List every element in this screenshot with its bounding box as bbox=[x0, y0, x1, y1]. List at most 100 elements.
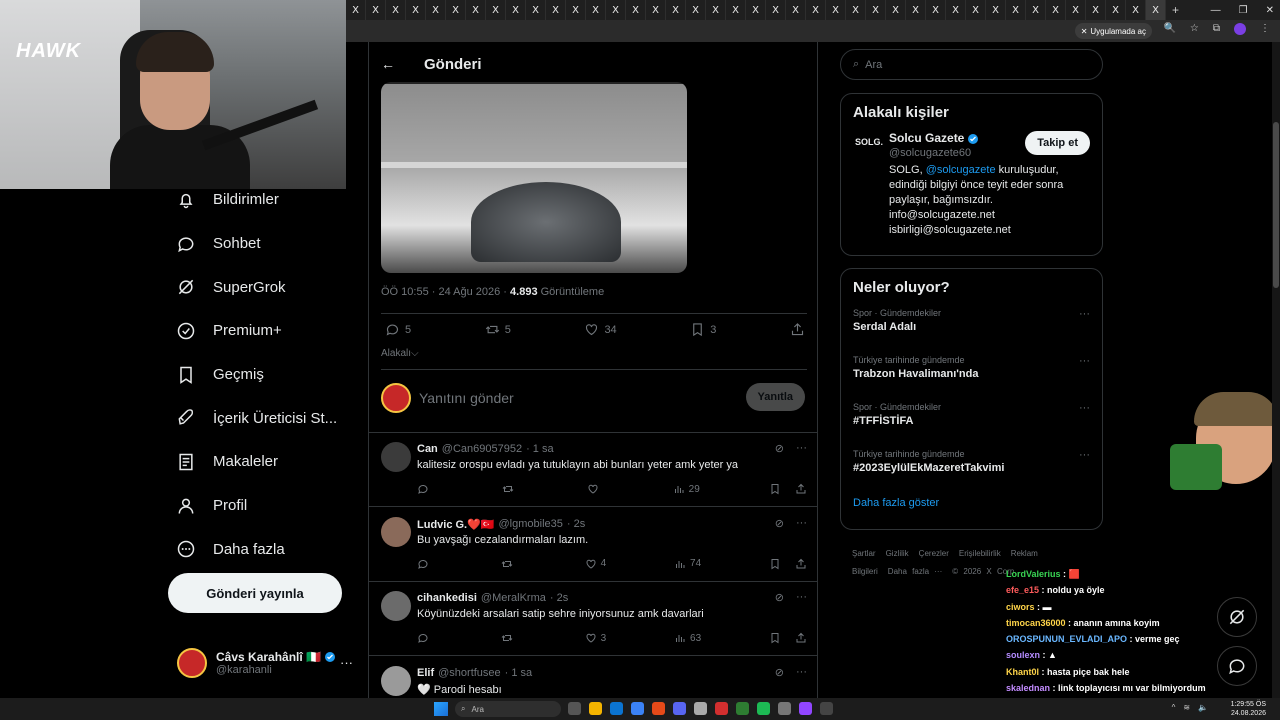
extensions-icon[interactable]: ⧉ bbox=[1213, 23, 1220, 35]
browser-tab[interactable]: X bbox=[346, 0, 366, 20]
browser-tab[interactable]: X bbox=[1066, 0, 1086, 20]
avatar[interactable] bbox=[381, 442, 411, 472]
share-icon[interactable] bbox=[795, 632, 807, 644]
browser-tab[interactable]: X bbox=[566, 0, 586, 20]
sidebar-item-rocket[interactable]: İçerik Üreticisi St... bbox=[168, 396, 358, 440]
browser-tab[interactable]: X bbox=[1146, 0, 1166, 20]
restore-icon[interactable]: ❐ bbox=[1239, 5, 1248, 16]
app-icon[interactable] bbox=[694, 702, 707, 715]
views-button[interactable]: 63 bbox=[674, 632, 701, 644]
sidebar-item-grok[interactable]: SuperGrok bbox=[168, 265, 358, 309]
reply-author[interactable]: Elif bbox=[417, 667, 434, 679]
app-icon[interactable] bbox=[736, 702, 749, 715]
browser-tab[interactable]: X bbox=[526, 0, 546, 20]
task-view-icon[interactable] bbox=[568, 702, 581, 715]
browser-tab[interactable]: X bbox=[866, 0, 886, 20]
more-icon[interactable]: ··· bbox=[1079, 355, 1090, 367]
app-icon[interactable] bbox=[652, 702, 665, 715]
browser-tab[interactable]: X bbox=[766, 0, 786, 20]
browser-tab[interactable]: X bbox=[386, 0, 406, 20]
menu-icon[interactable]: ⋮ bbox=[1260, 23, 1270, 35]
more-icon[interactable]: ··· bbox=[796, 666, 807, 679]
chat-user[interactable]: efe_e15 bbox=[1006, 585, 1039, 595]
sidebar-item-person[interactable]: Profil bbox=[168, 484, 358, 528]
zoom-icon[interactable]: 🔍 bbox=[1163, 23, 1175, 35]
sort-dropdown[interactable]: Alakalı⌵ bbox=[381, 348, 419, 359]
more-icon[interactable]: ··· bbox=[796, 591, 807, 604]
sidebar-item-more-circle[interactable]: Daha fazla bbox=[168, 528, 358, 572]
tray-chevron-icon[interactable]: ^ bbox=[1172, 703, 1176, 712]
chat-user[interactable]: timocan36000 bbox=[1006, 618, 1066, 628]
reply-submit-button[interactable]: Yanıtla bbox=[745, 383, 805, 411]
profile-avatar-icon[interactable] bbox=[1234, 23, 1246, 35]
reply-item[interactable]: Can @Can69057952 · 1 sa kalitesiz orospu ev… bbox=[369, 433, 817, 507]
bookmark-icon[interactable] bbox=[769, 558, 781, 570]
account-switcher[interactable]: Câvs Karahânlî 🇮🇹 @karahanli ··· bbox=[177, 647, 357, 679]
share-icon[interactable] bbox=[795, 558, 807, 570]
more-icon[interactable]: ··· bbox=[1079, 449, 1090, 461]
store-icon[interactable] bbox=[610, 702, 623, 715]
like-button[interactable]: 34 bbox=[584, 322, 617, 337]
reply-author[interactable]: Can bbox=[417, 443, 438, 455]
views-button[interactable]: 29 bbox=[673, 483, 700, 495]
browser-tab[interactable]: X bbox=[586, 0, 606, 20]
app-icon[interactable] bbox=[778, 702, 791, 715]
browser-tab[interactable]: X bbox=[486, 0, 506, 20]
browser-tab[interactable]: X bbox=[846, 0, 866, 20]
wifi-icon[interactable]: ≋ bbox=[1183, 703, 1190, 712]
trend-item[interactable]: Spor · Gündemdekiler #TFFİSTİFA ··· bbox=[841, 400, 1102, 447]
browser-tab[interactable]: X bbox=[706, 0, 726, 20]
reply-button[interactable] bbox=[417, 558, 433, 570]
browser-tab[interactable]: X bbox=[906, 0, 926, 20]
browser-tab[interactable]: X bbox=[926, 0, 946, 20]
more-icon[interactable]: ··· bbox=[796, 442, 807, 455]
trend-item[interactable]: Türkiye tarihinde gündemde Trabzon Havali… bbox=[841, 353, 1102, 400]
app-icon[interactable] bbox=[820, 702, 833, 715]
reply-item[interactable]: Ludvic G.❤️🇹🇷 @lgmobile35 · 2s Bu yavşağı c… bbox=[369, 508, 817, 582]
footer-link[interactable]: Çerezler bbox=[919, 549, 949, 558]
browser-tab[interactable]: X bbox=[426, 0, 446, 20]
more-icon[interactable]: ··· bbox=[1079, 402, 1090, 414]
show-more-link[interactable]: Daha fazla göster bbox=[841, 494, 1102, 521]
avatar[interactable] bbox=[381, 591, 411, 621]
minimize-icon[interactable]: — bbox=[1211, 5, 1221, 16]
sidebar-item-verified-badge[interactable]: Premium+ bbox=[168, 309, 358, 353]
browser-tab[interactable]: X bbox=[1126, 0, 1146, 20]
browser-tab[interactable]: X bbox=[626, 0, 646, 20]
views-button[interactable]: 74 bbox=[674, 558, 701, 570]
footer-link[interactable]: Gizlilik bbox=[886, 549, 909, 558]
reply-button[interactable]: 5 bbox=[385, 322, 411, 337]
browser-tab[interactable]: X bbox=[686, 0, 706, 20]
share-icon[interactable] bbox=[795, 483, 807, 495]
grok-fab-button[interactable] bbox=[1217, 597, 1257, 637]
more-icon[interactable]: ··· bbox=[1079, 308, 1090, 320]
obs-icon[interactable] bbox=[799, 702, 812, 715]
person-item[interactable]: SOLG. Solcu Gazete @solcugazete60 SOLG, … bbox=[841, 131, 1102, 248]
app-icon[interactable] bbox=[715, 702, 728, 715]
spotify-icon[interactable] bbox=[757, 702, 770, 715]
post-button[interactable]: Gönderi yayınla bbox=[168, 573, 342, 613]
reply-button[interactable] bbox=[417, 483, 433, 495]
taskbar-search[interactable]: ⌕ Ara bbox=[455, 701, 561, 717]
browser-tab[interactable]: X bbox=[546, 0, 566, 20]
bookmark-icon[interactable] bbox=[769, 483, 781, 495]
repost-button[interactable] bbox=[502, 483, 518, 495]
grok-icon[interactable]: ⊘ bbox=[775, 517, 784, 530]
bookmark-icon[interactable] bbox=[769, 632, 781, 644]
browser-tab[interactable]: X bbox=[946, 0, 966, 20]
browser-tab[interactable]: X bbox=[666, 0, 686, 20]
chrome-icon[interactable] bbox=[589, 702, 602, 715]
sidebar-item-chat[interactable]: Sohbet bbox=[168, 222, 358, 266]
more-icon[interactable]: ··· bbox=[340, 655, 353, 670]
bio-mention-link[interactable]: @solcugazete bbox=[926, 164, 996, 176]
messages-fab-button[interactable] bbox=[1217, 646, 1257, 686]
page-scrollbar[interactable] bbox=[1272, 42, 1280, 698]
discord-icon[interactable] bbox=[673, 702, 686, 715]
share-button[interactable] bbox=[790, 322, 805, 337]
close-window-icon[interactable]: ✕ bbox=[1266, 5, 1274, 16]
browser-tab[interactable]: X bbox=[1046, 0, 1066, 20]
sidebar-item-bell[interactable]: Bildirimler bbox=[168, 178, 358, 222]
browser-tab[interactable]: X bbox=[886, 0, 906, 20]
bookmark-button[interactable]: 3 bbox=[690, 322, 716, 337]
browser-tab[interactable]: X bbox=[826, 0, 846, 20]
